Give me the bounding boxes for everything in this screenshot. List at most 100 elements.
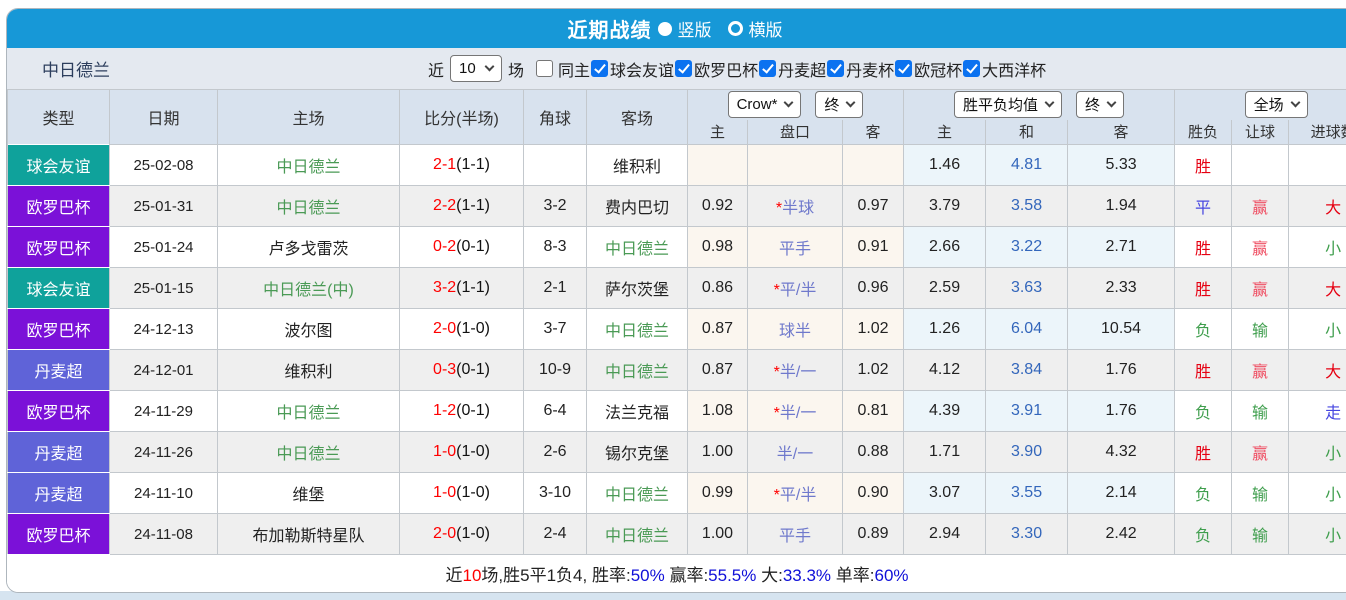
league-label-0[interactable]: 球会友谊	[610, 57, 674, 81]
handicap-dropdown-group: Crow* 终	[686, 89, 905, 120]
cell-result: 胜	[1174, 431, 1233, 473]
odds-avg-select[interactable]: 胜平负均值	[954, 91, 1063, 119]
cell-home-team[interactable]: 卢多戈雷茨	[217, 226, 400, 268]
bookmaker-select[interactable]: Crow*	[727, 91, 802, 119]
cell-league-type: 丹麦超	[7, 431, 110, 473]
cell-away-team[interactable]: 中日德兰	[586, 226, 688, 268]
cell-goals-result: 大	[1288, 267, 1346, 309]
sub-header-4: 和	[985, 119, 1069, 145]
sub-header-1: 盘口	[747, 119, 843, 145]
match-row-7: 丹麦超 24-11-26 中日德兰 1-0(1-0) 2-6 锡尔克堡 1.00 半/一 0.8…	[7, 431, 1346, 473]
cell-home-team[interactable]: 中日德兰	[217, 185, 400, 227]
halftime-score: (0-1)	[456, 238, 490, 255]
cell-goals-result	[1288, 144, 1346, 186]
fulltime-score: 2-1	[433, 156, 457, 173]
league-label-4[interactable]: 欧冠杯	[914, 57, 962, 81]
fulltime-score: 2-0	[433, 320, 457, 337]
footer-part-4: 50%	[630, 566, 665, 585]
fulltime-score: 1-2	[433, 402, 457, 419]
cell-result: 负	[1174, 472, 1233, 514]
cell-away-team[interactable]: 费内巴切	[586, 185, 688, 227]
match-row-2: 欧罗巴杯 25-01-24 卢多戈雷茨 0-2(0-1) 8-3 中日德兰 0.98 平手 0.…	[7, 226, 1346, 268]
cell-win-odds: 3.07	[903, 472, 987, 514]
horizontal-layout-radio[interactable]	[727, 21, 743, 36]
cell-goals-result: 小	[1288, 472, 1346, 514]
league-checkbox-5[interactable]	[963, 60, 981, 77]
league-checkbox-3[interactable]	[827, 60, 845, 77]
col-header-corner: 角球	[523, 89, 587, 145]
cell-handicap-line: 球半	[747, 308, 843, 350]
cell-handicap-home-odds: 0.87	[687, 349, 748, 391]
cell-date: 25-02-08	[109, 144, 218, 186]
cell-handicap-away-odds: 0.96	[841, 267, 905, 309]
cell-away-team[interactable]: 萨尔茨堡	[586, 267, 688, 309]
cell-lose-odds: 1.76	[1067, 390, 1176, 432]
chevron-down-icon	[484, 61, 495, 72]
summary-footer: 近10场,胜5平1负4, 胜率:50% 赢率:55.5% 大:33.3% 单率:…	[7, 555, 1346, 592]
cell-date: 24-11-10	[109, 472, 218, 514]
cell-league-type: 球会友谊	[7, 144, 110, 186]
cell-goals-result: 小	[1288, 308, 1346, 350]
cell-lose-odds: 2.14	[1067, 472, 1176, 514]
cell-home-team[interactable]: 中日德兰	[217, 431, 400, 473]
cell-home-team[interactable]: 布加勒斯特星队	[217, 513, 400, 555]
vertical-layout-label[interactable]: 竖版	[678, 16, 712, 41]
cell-home-team[interactable]: 维堡	[217, 472, 400, 514]
handicap-line-text: 平/半	[779, 282, 817, 299]
league-filters: 球会友谊 欧罗巴杯 丹麦超 丹麦杯 欧冠杯 大西洋杯	[591, 57, 1047, 81]
league-checkbox-4[interactable]	[895, 60, 913, 77]
horizontal-layout-label[interactable]: 横版	[749, 16, 783, 41]
league-checkbox-0[interactable]	[591, 60, 609, 77]
league-label-2[interactable]: 丹麦超	[778, 57, 826, 81]
cell-corners: 10-9	[523, 349, 587, 391]
cell-result: 胜	[1174, 144, 1233, 186]
cell-away-team[interactable]: 法兰克福	[586, 390, 688, 432]
cell-away-team[interactable]: 维积利	[586, 144, 688, 186]
filter-controls-row: 中日德兰 近 10 场 同主 球会友谊 欧罗巴杯 丹麦超 丹麦杯 欧冠杯 大西洋杯	[7, 48, 1346, 89]
cell-away-team[interactable]: 中日德兰	[586, 472, 688, 514]
cell-handicap-line: *半球	[747, 185, 843, 227]
league-label-3[interactable]: 丹麦杯	[846, 57, 894, 81]
scope-select[interactable]: 全场	[1244, 91, 1308, 119]
cell-score: 0-2(0-1)	[399, 226, 524, 268]
match-row-0: 球会友谊 25-02-08 中日德兰 2-1(1-1) 维积利 1.46 4.81 5.33 胜	[7, 144, 1346, 186]
cell-handicap-home-odds: 1.00	[687, 513, 748, 555]
cell-handicap-away-odds: 0.91	[841, 226, 905, 268]
cell-lose-odds: 5.33	[1067, 144, 1176, 186]
cell-home-team[interactable]: 波尔图	[217, 308, 400, 350]
near-label: 近	[428, 62, 445, 80]
sub-header-3: 主	[903, 119, 987, 145]
cell-home-team[interactable]: 维积利	[217, 349, 400, 391]
title-bar: 近期战绩 竖版 横版	[7, 9, 1346, 48]
cell-handicap-home-odds	[687, 144, 748, 186]
league-checkbox-2[interactable]	[759, 60, 777, 77]
cell-corners: 2-1	[523, 267, 587, 309]
vertical-layout-radio[interactable]	[657, 21, 672, 36]
cell-home-team[interactable]: 中日德兰	[217, 144, 400, 186]
cell-league-type: 丹麦超	[7, 349, 110, 391]
league-checkbox-1[interactable]	[675, 60, 693, 77]
same-home-checkbox[interactable]	[536, 60, 554, 77]
cell-home-team[interactable]: 中日德兰	[217, 390, 400, 432]
handicap-line-text: 平手	[778, 241, 811, 258]
match-row-9: 欧罗巴杯 24-11-08 布加勒斯特星队 2-0(1-0) 2-4 中日德兰 1.00 平手…	[7, 513, 1346, 555]
cell-result: 胜	[1174, 349, 1233, 391]
cell-handicap-line: 平手	[747, 513, 843, 555]
match-count-select[interactable]: 10	[450, 55, 503, 82]
cell-away-team[interactable]: 中日德兰	[586, 349, 688, 391]
league-label-5[interactable]: 大西洋杯	[982, 57, 1046, 81]
cell-away-team[interactable]: 中日德兰	[586, 513, 688, 555]
handicap-line-text: 半/一	[779, 364, 817, 381]
cell-result: 胜	[1174, 226, 1233, 268]
league-label-1[interactable]: 欧罗巴杯	[694, 57, 758, 81]
cell-home-team[interactable]: 中日德兰(中)	[217, 267, 400, 309]
same-home-label[interactable]: 同主	[558, 57, 590, 81]
cell-away-team[interactable]: 中日德兰	[586, 308, 688, 350]
match-count-value: 10	[459, 60, 476, 77]
cell-corners: 3-10	[523, 472, 587, 514]
handicap-state-select[interactable]: 终	[815, 91, 864, 119]
sub-header-2: 客	[841, 119, 905, 145]
cell-away-team[interactable]: 锡尔克堡	[586, 431, 688, 473]
odds-state-select[interactable]: 终	[1076, 91, 1125, 119]
fulltime-score: 0-2	[433, 238, 457, 255]
